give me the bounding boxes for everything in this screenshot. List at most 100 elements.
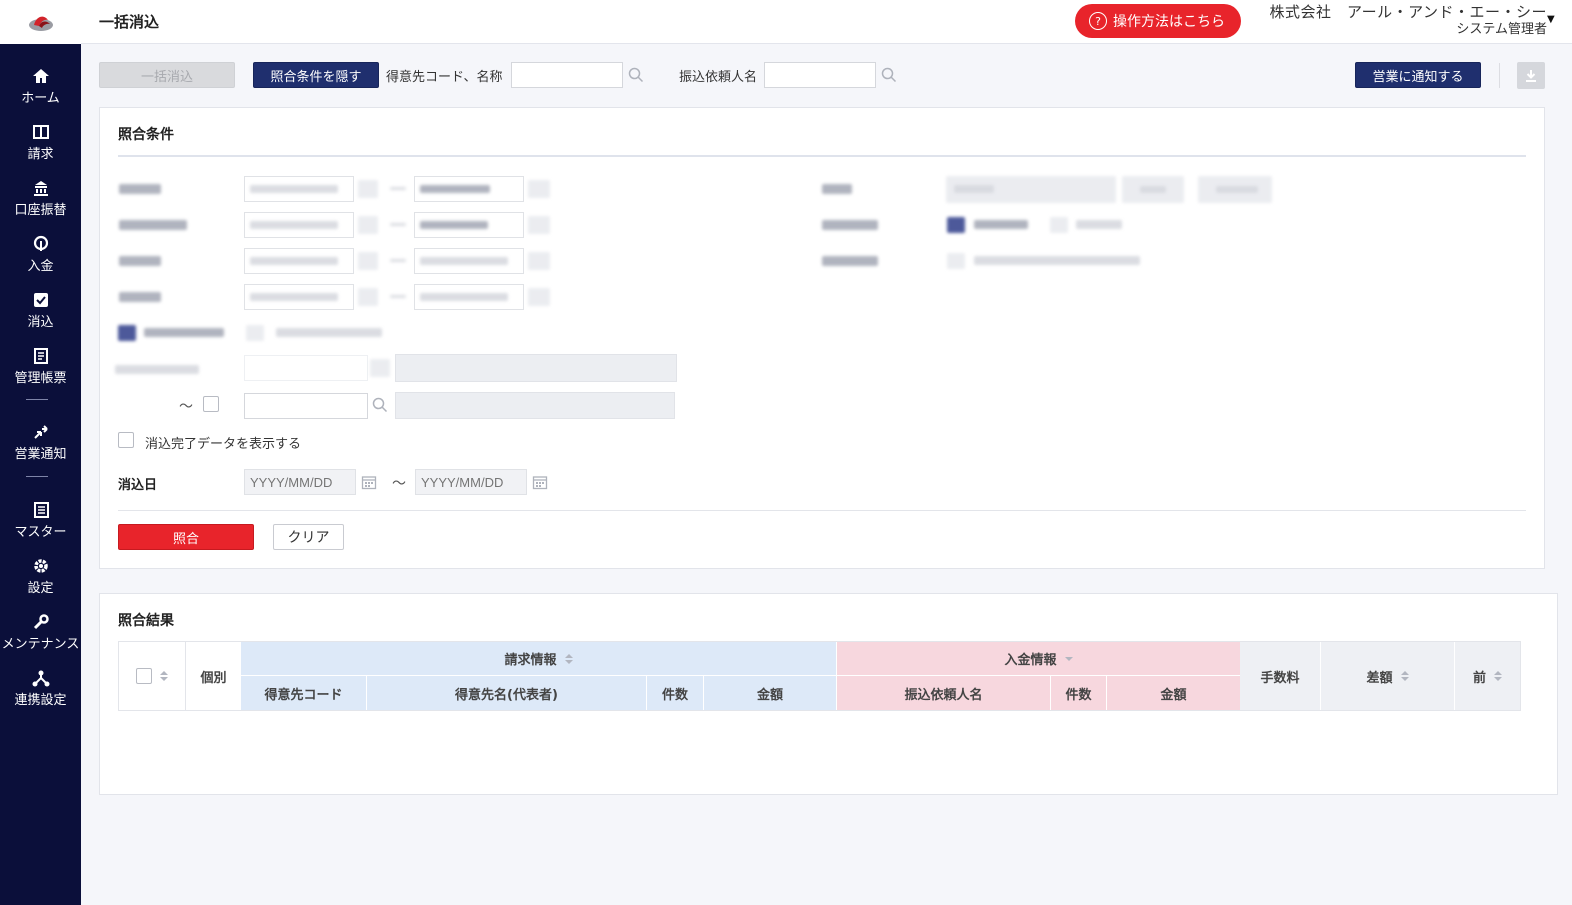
help-button[interactable]: ? 操作方法はこちら [1075, 4, 1241, 38]
conditions-divider [118, 155, 1526, 157]
blurred-calendar-icon [358, 252, 378, 270]
sidebar-item-label: 連携設定 [14, 693, 67, 708]
download-icon [1526, 69, 1536, 82]
blurred-search-icon [370, 359, 390, 377]
sidebar-item-reports[interactable]: 管理帳票 [0, 340, 81, 392]
sidebar-item-label: メンテナンス [1, 637, 80, 652]
sidebar-item-master[interactable]: マスター [0, 494, 81, 546]
select-all-checkbox[interactable] [136, 668, 152, 684]
column-dep-amount[interactable]: 金額 [1107, 676, 1240, 710]
notify-sales-button[interactable]: 営業に通知する [1355, 62, 1481, 88]
master-icon [31, 500, 51, 520]
sort-icon[interactable] [564, 653, 573, 664]
sidebar-item-account-transfer[interactable]: 口座振替 [0, 172, 81, 224]
column-individual: 個別 [186, 642, 241, 710]
bank-icon [31, 178, 51, 198]
sort-icon[interactable] [1494, 671, 1502, 681]
top-header: 一括消込 ? 操作方法はこちら 株式会社 アール・アンド・エー・シー システム管… [81, 0, 1572, 44]
blurred-calendar-icon [528, 288, 550, 306]
report-icon [31, 346, 51, 366]
page-title: 一括消込 [99, 13, 160, 31]
column-customer-name[interactable]: 得意先名(代表者) [367, 676, 646, 710]
sort-desc-icon[interactable] [1064, 656, 1073, 661]
calendar-icon[interactable] [532, 474, 548, 490]
hide-conditions-button[interactable]: 照合条件を隠す [253, 62, 379, 88]
results-table: 個別 請求情報 得意先コード 得意先名(代表者) 件数 金額 入金情報 振込依頼… [118, 641, 1521, 711]
search-icon[interactable] [881, 67, 897, 83]
blurred-calendar-icon [528, 180, 550, 198]
sidebar-item-label: 管理帳票 [14, 371, 67, 386]
column-group-deposit[interactable]: 入金情報 [837, 642, 1240, 676]
blurred-radio-selected[interactable] [947, 217, 965, 233]
match-button[interactable]: 照合 [118, 524, 254, 550]
column-prev[interactable]: 前 [1455, 642, 1520, 710]
bulk-reconcile-button[interactable]: 一括消込 [99, 62, 235, 88]
column-customer-code[interactable]: 得意先コード [241, 676, 366, 710]
conditions-footer-divider [118, 510, 1526, 511]
show-completed-checkbox[interactable] [118, 432, 134, 448]
blurred-radio[interactable] [1050, 217, 1068, 233]
code-to-input[interactable] [244, 393, 368, 419]
column-dep-count[interactable]: 件数 [1051, 676, 1106, 710]
caret-down-icon[interactable]: ▼ [1547, 14, 1555, 25]
blurred-value [1140, 186, 1166, 193]
user-role: システム管理者 [1456, 22, 1547, 37]
app-logo[interactable] [0, 0, 81, 44]
sort-icon[interactable] [160, 671, 168, 681]
sidebar-item-billing[interactable]: 請求 [0, 116, 81, 168]
results-title: 照合結果 [118, 613, 174, 629]
search-icon[interactable] [372, 397, 388, 413]
sidebar-item-home[interactable]: ホーム [0, 60, 81, 112]
payer-search-label: 振込依頼人名 [679, 70, 758, 85]
blurred-label [119, 256, 161, 266]
range-checkbox[interactable] [203, 396, 219, 412]
column-payer-name[interactable]: 振込依頼人名 [837, 676, 1050, 710]
clear-button[interactable]: クリア [273, 524, 344, 550]
column-bill-count[interactable]: 件数 [647, 676, 703, 710]
column-prev-label: 前 [1472, 670, 1486, 686]
sidebar-divider [26, 476, 48, 477]
sidebar-item-label: 入金 [27, 259, 54, 274]
blurred-radio[interactable] [246, 325, 264, 341]
sidebar-item-label: 口座振替 [14, 203, 67, 218]
sidebar-item-reconcile[interactable]: 消込 [0, 284, 81, 336]
blurred-label [822, 184, 852, 194]
code-from-input[interactable] [244, 355, 368, 381]
sidebar-item-label: 消込 [27, 315, 54, 330]
sidebar-item-maintenance[interactable]: メンテナンス [0, 606, 81, 658]
question-icon: ? [1089, 12, 1107, 30]
code-from-name-display [395, 354, 677, 382]
notify-icon [31, 422, 51, 442]
calendar-icon[interactable] [361, 474, 377, 490]
sidebar-item-settings[interactable]: 設定 [0, 550, 81, 602]
check-icon [31, 290, 51, 310]
blurred-label [119, 292, 161, 302]
blurred-calendar-icon [358, 216, 378, 234]
customer-search-input[interactable] [511, 62, 623, 88]
code-to-name-display [395, 392, 675, 419]
column-fee[interactable]: 手数料 [1240, 642, 1320, 710]
help-button-label: 操作方法はこちら [1113, 14, 1225, 30]
user-menu[interactable]: 株式会社 アール・アンド・エー・シー システム管理者 [1257, 2, 1547, 38]
column-bill-amount[interactable]: 金額 [704, 676, 836, 710]
sidebar-item-sales-notify[interactable]: 営業通知 [0, 416, 81, 468]
blurred-value [1216, 186, 1258, 193]
sidebar-item-deposit[interactable]: 入金 [0, 228, 81, 280]
search-icon[interactable] [628, 67, 644, 83]
column-group-billing[interactable]: 請求情報 [241, 642, 836, 676]
sidebar-item-integration[interactable]: 連携設定 [0, 662, 81, 714]
blurred-checkbox[interactable] [947, 253, 965, 269]
blurred-label [1076, 220, 1122, 229]
payer-search-input[interactable] [764, 62, 876, 88]
download-button[interactable] [1517, 62, 1545, 89]
reconcile-date-to-input[interactable] [415, 469, 527, 495]
blurred-radio-selected[interactable] [118, 325, 136, 341]
column-group-deposit-label: 入金情報 [1004, 653, 1057, 668]
blurred-value [250, 257, 338, 265]
sort-icon[interactable] [1400, 671, 1409, 681]
blurred-value [954, 185, 994, 193]
book-icon [31, 122, 51, 142]
sidebar-item-label: 営業通知 [14, 447, 67, 462]
column-difference[interactable]: 差額 [1321, 642, 1454, 710]
reconcile-date-from-input[interactable] [244, 469, 356, 495]
